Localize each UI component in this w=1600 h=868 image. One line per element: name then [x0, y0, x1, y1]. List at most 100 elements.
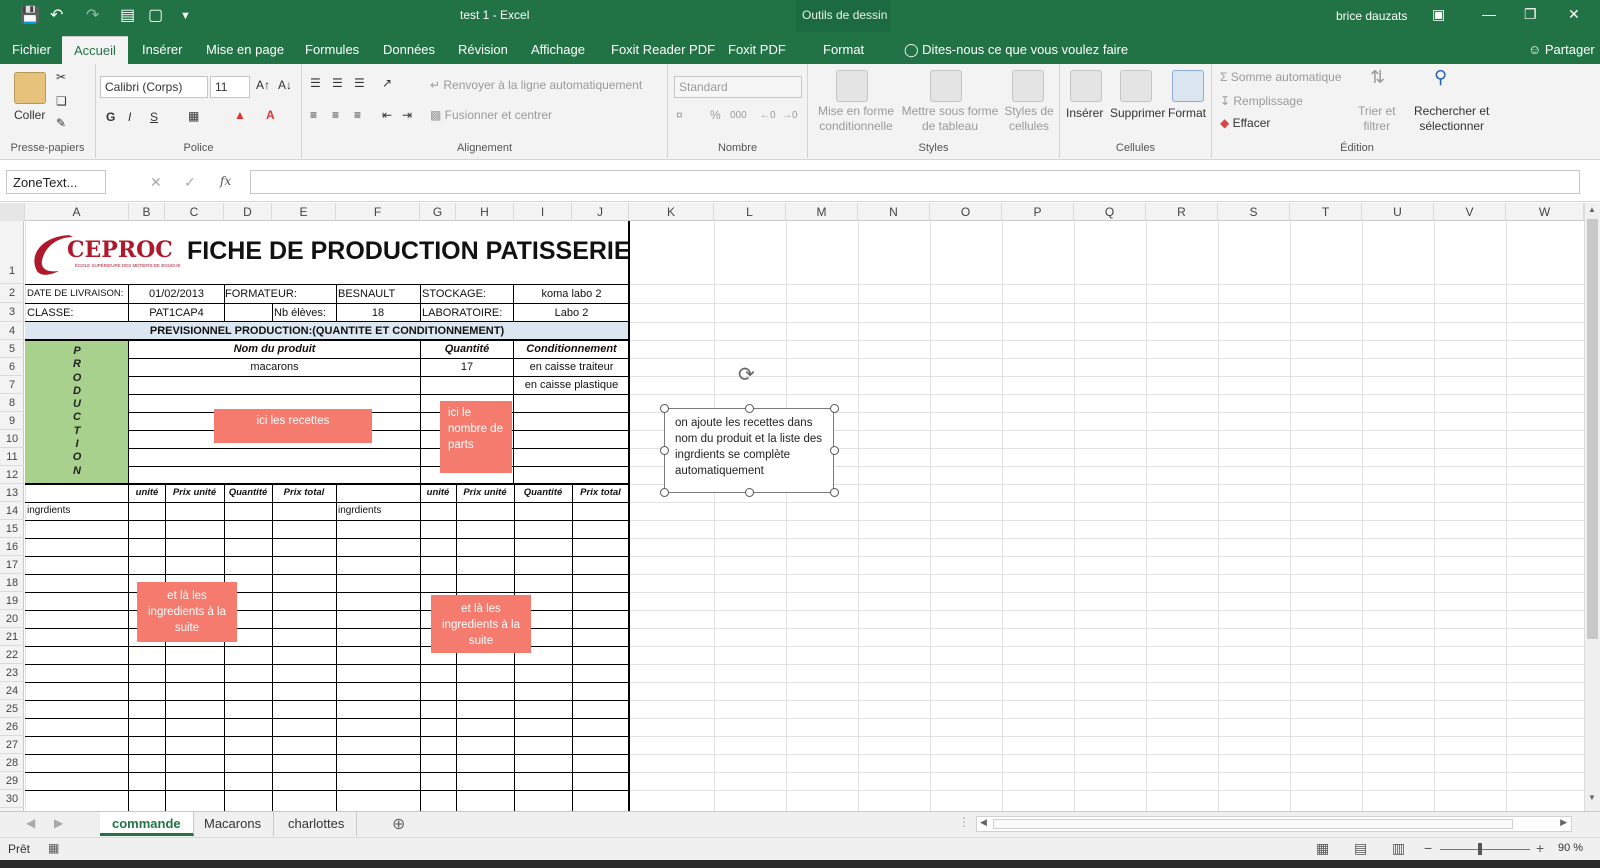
- italic-button[interactable]: I: [128, 110, 131, 125]
- column-header[interactable]: M: [786, 203, 858, 221]
- row-header[interactable]: 25: [0, 700, 24, 718]
- tab-formules[interactable]: Formules: [305, 42, 359, 57]
- resize-handle[interactable]: [745, 404, 754, 413]
- row-header[interactable]: 8: [0, 394, 24, 412]
- decrease-font-icon[interactable]: A↓: [278, 78, 292, 93]
- zoom-slider-thumb[interactable]: [1478, 843, 1482, 855]
- user-name[interactable]: brice dauzats: [1336, 9, 1407, 23]
- next-sheet-icon[interactable]: ▶: [54, 816, 63, 830]
- number-format-combo[interactable]: Standard: [674, 76, 802, 98]
- conditional-format-button[interactable]: Mise en forme conditionnelle: [814, 104, 898, 134]
- scroll-right-icon[interactable]: ▶: [1560, 817, 1567, 828]
- column-header[interactable]: P: [1002, 203, 1074, 221]
- normal-view-icon[interactable]: ▦: [1316, 840, 1329, 857]
- find-select-icon[interactable]: ⚲: [1434, 68, 1447, 86]
- copy-icon[interactable]: ❏: [56, 94, 67, 109]
- sheet-tab-commande[interactable]: commande: [100, 812, 194, 836]
- row-header[interactable]: 28: [0, 754, 24, 772]
- row-header[interactable]: 23: [0, 664, 24, 682]
- percent-button[interactable]: %: [710, 108, 721, 123]
- align-center-icon[interactable]: ≡: [332, 108, 339, 123]
- zoom-out-icon[interactable]: −: [1424, 840, 1432, 856]
- bold-button[interactable]: G: [106, 110, 115, 125]
- decrease-decimal-icon[interactable]: →0: [782, 108, 798, 123]
- increase-decimal-icon[interactable]: ←0: [760, 108, 776, 123]
- row-header[interactable]: 7: [0, 376, 24, 394]
- row-header[interactable]: 24: [0, 682, 24, 700]
- class-value[interactable]: PAT1CAP4: [129, 304, 224, 322]
- column-header[interactable]: O: [930, 203, 1002, 221]
- worksheet-grid[interactable]: CEPROC ÉCOLE SUPÉRIEURE DES MÉTIERS DE B…: [25, 221, 1585, 811]
- insert-cells-icon[interactable]: [1070, 70, 1102, 102]
- tab-fichier[interactable]: Fichier: [12, 42, 51, 57]
- format-as-table-icon[interactable]: [930, 70, 962, 102]
- resize-handle[interactable]: [830, 404, 839, 413]
- thousands-button[interactable]: 000: [730, 108, 747, 123]
- prev-sheet-icon[interactable]: ◀: [26, 816, 35, 830]
- row-header[interactable]: 30: [0, 790, 24, 808]
- format-cells-button[interactable]: Format: [1168, 106, 1206, 121]
- tab-foxit-pdf[interactable]: Foxit PDF: [728, 42, 786, 57]
- resize-handle[interactable]: [660, 488, 669, 497]
- sheet-tab-macarons[interactable]: Macarons: [192, 812, 275, 836]
- row-header[interactable]: 20: [0, 610, 24, 628]
- zoom-slider[interactable]: [1440, 849, 1530, 850]
- recipes-note[interactable]: ici les recettes: [214, 409, 372, 443]
- parts-note[interactable]: ici le nombre de parts: [440, 401, 512, 473]
- horizontal-scrollbar[interactable]: ◀ ▶: [976, 816, 1572, 832]
- trainer-value[interactable]: BESNAULT: [338, 285, 418, 303]
- column-header[interactable]: E: [272, 203, 336, 221]
- row-header[interactable]: 13: [0, 484, 24, 502]
- row-header[interactable]: 17: [0, 556, 24, 574]
- scroll-left-icon[interactable]: ◀: [980, 817, 987, 828]
- cut-icon[interactable]: ✂: [56, 70, 66, 85]
- paste-button[interactable]: Coller: [14, 108, 45, 123]
- cell-styles-button[interactable]: Styles de cellules: [1002, 104, 1056, 134]
- orientation-icon[interactable]: ↗: [382, 76, 392, 91]
- resize-handle[interactable]: [660, 404, 669, 413]
- wrap-text-button[interactable]: ↵ Renvoyer à la ligne automatiquement: [430, 78, 642, 93]
- row-header[interactable]: 26: [0, 718, 24, 736]
- column-header[interactable]: F: [336, 203, 420, 221]
- product-name-cell[interactable]: macarons: [129, 358, 420, 376]
- resize-handle[interactable]: [745, 488, 754, 497]
- decrease-indent-icon[interactable]: ⇤: [382, 108, 392, 123]
- students-value[interactable]: 18: [336, 304, 420, 322]
- font-name-combo[interactable]: Calibri (Corps): [100, 76, 208, 98]
- split-handle-icon[interactable]: ⋮: [958, 815, 970, 829]
- find-select-button[interactable]: Rechercher et sélectionner: [1414, 104, 1489, 134]
- tab-affichage[interactable]: Affichage: [531, 42, 585, 57]
- font-color-icon[interactable]: A: [266, 108, 275, 123]
- tab-inserer[interactable]: Insérer: [142, 42, 182, 57]
- sort-filter-button[interactable]: Trier et filtrer: [1358, 104, 1396, 134]
- align-bottom-icon[interactable]: ☰: [354, 76, 365, 91]
- font-size-combo[interactable]: 11: [210, 76, 250, 98]
- column-header[interactable]: K: [629, 203, 714, 221]
- row-header[interactable]: 29: [0, 772, 24, 790]
- row-header[interactable]: 21: [0, 628, 24, 646]
- format-painter-icon[interactable]: ✎: [56, 116, 66, 131]
- selected-textbox[interactable]: on ajoute les recettes dans nom du produ…: [664, 408, 834, 493]
- tab-revision[interactable]: Révision: [458, 42, 508, 57]
- cancel-entry-icon[interactable]: ✕: [150, 174, 162, 191]
- close-icon[interactable]: ✕: [1568, 6, 1580, 23]
- column-header[interactable]: R: [1146, 203, 1218, 221]
- customize-qat-icon[interactable]: ▼: [180, 6, 191, 26]
- format-cells-icon[interactable]: [1172, 70, 1204, 102]
- align-left-icon[interactable]: ≡: [310, 108, 317, 123]
- row-header[interactable]: 5: [0, 340, 24, 358]
- tab-donnees[interactable]: Données: [383, 42, 435, 57]
- tab-foxit-reader[interactable]: Foxit Reader PDF: [611, 42, 715, 57]
- column-header[interactable]: Q: [1074, 203, 1146, 221]
- format-as-table-button[interactable]: Mettre sous forme de tableau: [900, 104, 1000, 134]
- scroll-down-icon[interactable]: ▼: [1588, 793, 1596, 802]
- formula-input[interactable]: [250, 170, 1580, 194]
- page-layout-icon[interactable]: ▤: [1354, 840, 1367, 857]
- delete-cells-button[interactable]: Supprimer: [1110, 106, 1165, 121]
- column-header[interactable]: I: [514, 203, 572, 221]
- name-box[interactable]: ZoneText...: [6, 170, 106, 194]
- confirm-entry-icon[interactable]: ✓: [184, 174, 196, 191]
- ribbon-display-icon[interactable]: ▣: [1432, 6, 1445, 23]
- autosum-button[interactable]: Σ Somme automatique: [1220, 70, 1342, 85]
- column-header[interactable]: G: [420, 203, 456, 221]
